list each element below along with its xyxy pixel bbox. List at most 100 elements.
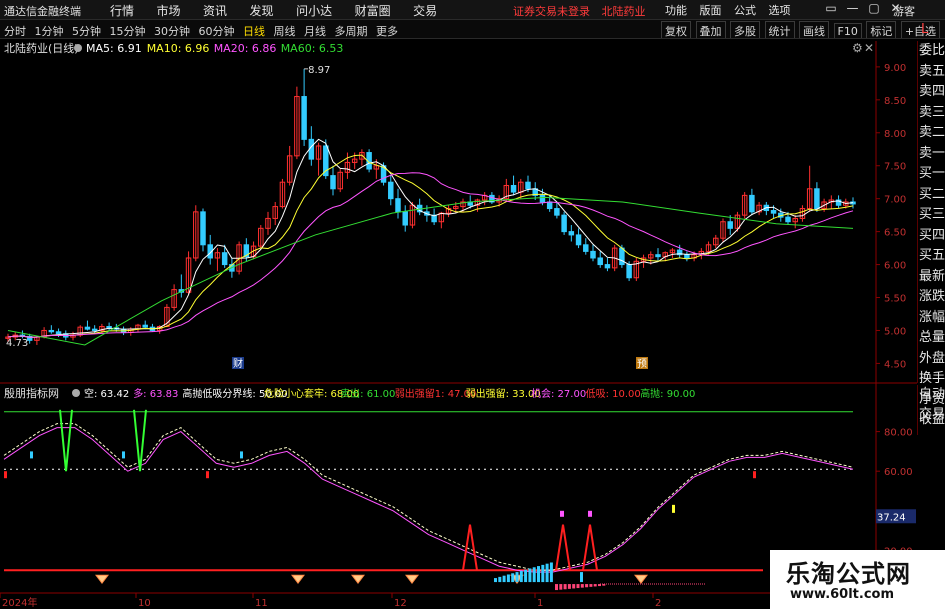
current-value: 37.24 — [877, 512, 906, 523]
candle-body — [91, 328, 98, 331]
histogram-bar — [494, 578, 497, 583]
ma10-line — [7, 154, 854, 338]
red-spike-0 — [462, 524, 478, 571]
histogram-bar — [502, 575, 506, 583]
side-item-8[interactable]: 买三 — [918, 205, 945, 226]
candle-body — [402, 211, 408, 226]
histogram-bar — [537, 566, 540, 583]
histogram-bar — [498, 576, 502, 583]
price-tick-4: 7.00 — [884, 195, 906, 206]
histogram-bar-neg — [580, 584, 584, 588]
watermark-logo: 乐淘公式网 www.60lt.com — [770, 550, 945, 609]
side-item-15[interactable]: 外盘 — [918, 349, 945, 370]
chevron-down-icon — [72, 389, 80, 397]
diamond-marker-1 — [291, 574, 305, 585]
candle-body — [568, 231, 575, 236]
red-marker-1 — [206, 471, 209, 479]
indicator-name: 殷朋指标网 — [4, 386, 59, 400]
side-item-0[interactable]: 委比 — [918, 41, 945, 62]
time-label-1: 10 — [138, 598, 151, 609]
candle-body — [539, 194, 546, 203]
side-item-9[interactable]: 买四 — [918, 226, 945, 247]
histogram-bar — [549, 562, 553, 583]
candle-body — [510, 184, 517, 193]
close-panel-icon: ✕ — [864, 41, 874, 55]
candle-body — [48, 329, 55, 333]
auto-trade-item-0[interactable]: 自动 — [918, 385, 945, 405]
candle-body — [583, 244, 589, 252]
diamond-marker-3 — [405, 574, 419, 585]
buy-spike-0 — [59, 409, 73, 472]
diamond-marker-5 — [634, 574, 648, 585]
side-item-14[interactable]: 总量 — [918, 328, 945, 349]
time-label-5: 2 — [655, 598, 661, 609]
side-item-10[interactable]: 买五 — [918, 246, 945, 267]
candle-body — [200, 211, 206, 246]
side-item-3[interactable]: 卖三 — [918, 103, 945, 124]
indicator-field-1: 多: 63.83 — [133, 387, 178, 400]
histogram-bar — [545, 563, 549, 583]
histogram-bar — [511, 573, 515, 583]
indicator-field-4: 卖出: 61.00 — [340, 387, 395, 400]
candle-body — [684, 254, 690, 259]
time-label-3: 12 — [394, 598, 407, 609]
side-item-2[interactable]: 卖四 — [918, 82, 945, 103]
side-item-5[interactable]: 卖一 — [918, 144, 945, 165]
diamond-marker-2 — [351, 574, 365, 585]
candle-body — [525, 181, 531, 190]
price-tick-2: 8.00 — [884, 129, 906, 140]
kong-line — [3, 423, 854, 571]
side-item-13[interactable]: 涨幅 — [918, 308, 945, 329]
candle-body — [554, 208, 560, 216]
cyan-marker-0 — [30, 451, 33, 459]
candle-body — [604, 264, 611, 269]
auto-trade-item-1[interactable]: 交易 — [918, 405, 945, 425]
candle-body — [597, 257, 603, 266]
quote-side-panel: 委比 卖五 卖四 卖三 卖二 卖一 买一 买二 买三 买四 买五 最新 涨跌 涨幅 总量 外盘 换手 净资 收益 — [917, 41, 945, 427]
low-price-label: 4.73 — [6, 338, 28, 349]
ma5-line — [7, 138, 854, 338]
chart-canvas[interactable]: 北陆药业(日线) MA5: 6.91 MA10: 6.96 MA20: 6.86 MA6… — [0, 0, 917, 609]
candle-body — [814, 188, 820, 210]
price-tick-7: 5.50 — [884, 294, 906, 305]
candle-body — [106, 326, 112, 329]
side-item-7[interactable]: 买二 — [918, 185, 945, 206]
side-item-11[interactable]: 最新 — [918, 267, 945, 288]
side-item-4[interactable]: 卖二 — [918, 123, 945, 144]
candle-body — [84, 326, 91, 330]
indicator-field-9: 高抛: 90.00 — [640, 387, 695, 400]
price-tick-1: 8.50 — [884, 96, 906, 107]
time-label-2: 11 — [255, 598, 268, 609]
candle-body — [561, 214, 567, 233]
side-item-6[interactable]: 买一 — [918, 164, 945, 185]
candle-body — [221, 252, 228, 266]
candle-body — [395, 198, 401, 213]
histogram-bar — [519, 570, 523, 583]
price-tick-3: 7.50 — [884, 162, 906, 173]
level-flag: L — [921, 22, 929, 37]
indicator-field-5: 弱出强留1: 47.00 — [395, 387, 477, 400]
histogram-bar — [532, 567, 536, 583]
high-price-label: 8.97 — [308, 65, 330, 76]
auto-trade-panel[interactable]: 自动 交易 — [917, 385, 945, 435]
histogram-bar — [580, 572, 583, 583]
candle-body — [546, 201, 553, 210]
price-tick-8: 5.00 — [884, 326, 906, 337]
histogram-bar-neg — [563, 584, 567, 590]
histogram-bar — [541, 564, 545, 583]
ma-label-0: MA5: 6.91 — [86, 42, 142, 55]
histogram-bar — [515, 572, 519, 583]
indicator-tick-0: 80.00 — [884, 428, 913, 439]
histogram-bar-neg — [589, 584, 593, 587]
histogram-bar-neg — [559, 584, 563, 590]
red-marker-0 — [4, 471, 7, 479]
candle-body — [626, 264, 632, 279]
histogram-bar-neg — [585, 584, 589, 588]
candle-body — [330, 175, 336, 190]
duo-line — [3, 427, 854, 573]
cyan-marker-2 — [240, 451, 243, 459]
side-item-12[interactable]: 涨跌 — [918, 287, 945, 308]
histogram-bar — [506, 574, 510, 583]
cyan-marker-1 — [122, 451, 125, 459]
side-item-1[interactable]: 卖五 — [918, 62, 945, 83]
